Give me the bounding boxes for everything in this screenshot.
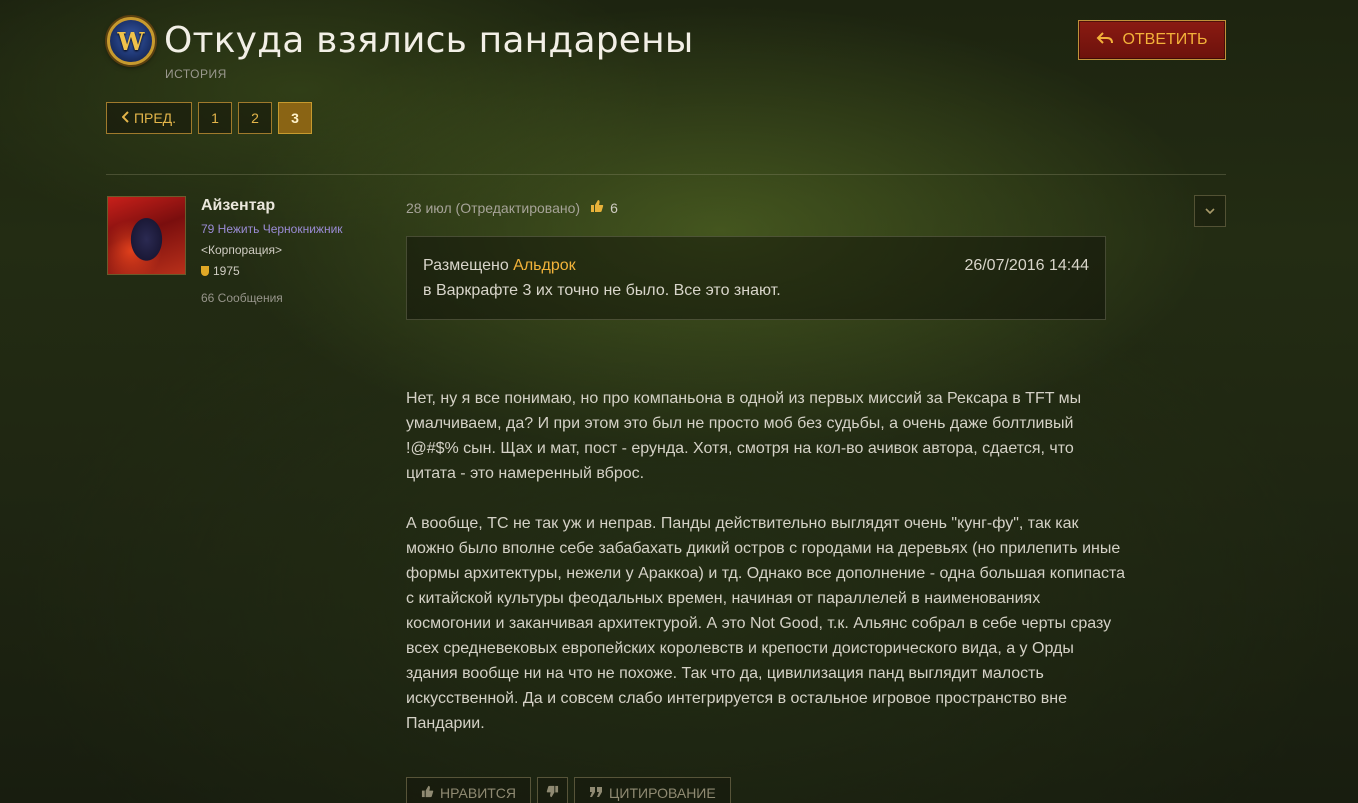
quote-prefix: Размещено: [423, 257, 509, 274]
quote-label: ЦИТИРОВАНИЕ: [609, 785, 716, 801]
quote-block: Размещено Альдрок 26/07/2016 14:44 в Вар…: [406, 236, 1106, 320]
quote-icon: [589, 785, 603, 801]
thumbs-up-icon: [421, 785, 434, 801]
reply-button[interactable]: ОТВЕТИТЬ: [1078, 20, 1226, 60]
post-paragraph: Нет, ну я все понимаю, но про компаньона…: [406, 390, 1082, 482]
pagination: ПРЕД. 1 2 3: [106, 102, 312, 134]
dislike-button[interactable]: [537, 777, 569, 803]
chevron-left-icon: [121, 110, 130, 126]
reply-label: ОТВЕТИТЬ: [1122, 31, 1208, 48]
author-achievements: 1975: [201, 264, 240, 278]
post-menu-button[interactable]: [1194, 195, 1226, 227]
reply-icon: [1096, 31, 1114, 50]
quote-date: 26/07/2016 14:44: [964, 257, 1089, 274]
wow-logo[interactable]: W: [107, 17, 155, 65]
likes-count: 6: [610, 199, 618, 216]
author-avatar[interactable]: [107, 196, 186, 275]
forum-category[interactable]: ИСТОРИЯ: [165, 67, 227, 81]
page-title: Откуда взялись пандарены: [164, 20, 694, 61]
post-likes: 6: [590, 199, 618, 216]
chevron-down-icon: [1205, 204, 1215, 218]
author-name[interactable]: Айзентар: [201, 197, 275, 215]
thumbs-down-icon: [546, 785, 559, 801]
post-paragraph: А вообще, ТС не так уж и неправ. Панды д…: [406, 515, 1126, 732]
prev-page-label: ПРЕД.: [133, 110, 177, 126]
author-post-count[interactable]: 66 Сообщения: [201, 291, 283, 305]
page-button-2[interactable]: 2: [238, 102, 272, 134]
page-button-3-current[interactable]: 3: [278, 102, 312, 134]
quote-header: Размещено Альдрок: [423, 257, 576, 275]
author-guild: <Корпорация>: [201, 243, 282, 257]
quote-author-link[interactable]: Альдрок: [513, 257, 575, 274]
achievement-shield-icon: [201, 266, 209, 276]
author-class: 79 Нежить Чернокнижник: [201, 222, 343, 236]
quote-text: в Варкрафте 3 их точно не было. Все это …: [423, 282, 781, 299]
like-button[interactable]: НРАВИТСЯ: [406, 777, 532, 803]
page-button-1[interactable]: 1: [198, 102, 232, 134]
thumbs-up-icon: [590, 199, 604, 216]
quote-button[interactable]: ЦИТИРОВАНИЕ: [574, 777, 731, 803]
logo-letter: W: [117, 26, 145, 56]
achievement-points: 1975: [213, 264, 240, 278]
post-date: 28 июл (Отредактировано): [406, 199, 581, 216]
post-body: Нет, ну я все понимаю, но про компаньона…: [406, 386, 1126, 761]
post-actions: НРАВИТСЯ ЦИТИРОВАНИЕ: [406, 777, 731, 803]
like-label: НРАВИТСЯ: [440, 785, 517, 801]
post-meta: 28 июл (Отредактировано) 6: [406, 199, 618, 216]
divider: [106, 174, 1226, 175]
prev-page-button[interactable]: ПРЕД.: [106, 102, 192, 134]
